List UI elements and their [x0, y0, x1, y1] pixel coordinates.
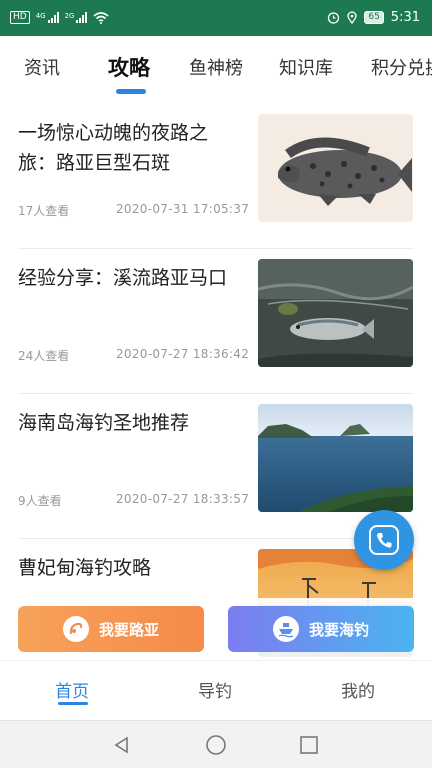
sea-fishing-label: 我要海钓: [308, 620, 369, 639]
location-icon: [347, 11, 357, 24]
article-title: 一场惊心动魄的夜路之旅：路亚巨型石斑: [18, 122, 209, 174]
article-item[interactable]: 经验分享：溪流路亚马口 24人查看 2020-07-27 18:36:42: [0, 249, 432, 394]
home-icon[interactable]: [204, 733, 228, 757]
view-count: 17人查看: [18, 204, 70, 218]
status-left: HD 4G 2G: [10, 11, 110, 24]
category-tabs: 资讯 攻略 鱼神榜 知识库 积分兑换: [0, 36, 432, 100]
article-thumbnail: [258, 259, 413, 367]
article-thumbnail: [258, 114, 413, 222]
publish-date: 2020-07-27 18:36:42: [116, 347, 250, 361]
back-icon[interactable]: [110, 733, 134, 757]
hd-badge: HD: [10, 11, 30, 24]
publish-date: 2020-07-31 17:05:37: [116, 202, 250, 216]
call-button[interactable]: [354, 510, 414, 570]
view-count: 9人查看: [18, 494, 62, 508]
sea-fishing-button[interactable]: 我要海钓: [228, 606, 414, 652]
status-right: 65 5:31: [327, 10, 420, 25]
tab-knowledge[interactable]: 知识库: [279, 54, 333, 80]
bottom-nav: 首页 导钓 我的: [0, 660, 432, 720]
signal-icon-2: 2G: [65, 12, 88, 23]
active-tab-indicator: [116, 89, 146, 94]
cta-bar: 我要路亚 我要海钓: [0, 598, 432, 660]
article-title: 经验分享：溪流路亚马口: [18, 267, 228, 289]
battery-indicator: 65: [364, 11, 384, 24]
view-count: 24人查看: [18, 349, 70, 363]
active-nav-indicator: [58, 702, 88, 705]
nav-profile[interactable]: 我的: [341, 677, 375, 702]
recents-icon[interactable]: [297, 733, 321, 757]
tab-news[interactable]: 资讯: [24, 54, 60, 80]
boat-icon: [272, 616, 299, 642]
article-thumbnail: [258, 404, 413, 512]
wifi-icon: [93, 11, 110, 24]
article-title: 曹妃甸海钓攻略: [18, 557, 152, 579]
tab-fish-ranking[interactable]: 鱼神榜: [189, 54, 243, 80]
alarm-icon: [328, 12, 340, 24]
lure-icon: [62, 616, 89, 642]
article-title: 海南岛海钓圣地推荐: [18, 412, 190, 434]
lure-fishing-label: 我要路亚: [98, 620, 159, 639]
signal-icon: 4G: [36, 12, 59, 23]
system-nav-bar: [0, 720, 432, 768]
status-bar: HD 4G 2G 65 5:31: [0, 0, 432, 36]
article-item[interactable]: 一场惊心动魄的夜路之旅：路亚巨型石斑 17人查看 2020-07-31 17:0…: [0, 104, 432, 249]
publish-date: 2020-07-27 18:33:57: [116, 492, 250, 506]
phone-icon: [369, 525, 399, 555]
clock: 5:31: [390, 10, 420, 25]
tab-points-exchange[interactable]: 积分兑换: [371, 54, 432, 80]
lure-fishing-button[interactable]: 我要路亚: [18, 606, 204, 652]
tab-guides[interactable]: 攻略: [108, 52, 150, 82]
nav-home[interactable]: 首页: [55, 677, 89, 702]
nav-guide[interactable]: 导钓: [198, 677, 232, 702]
